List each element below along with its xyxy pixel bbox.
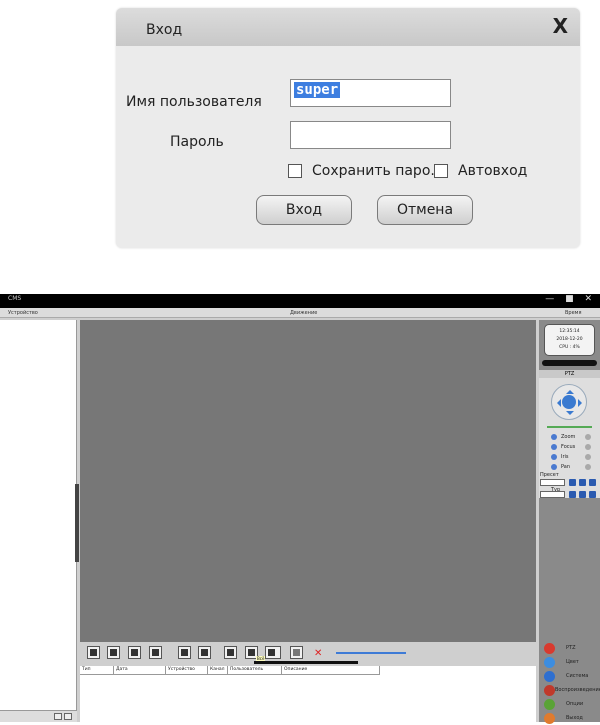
side-button-options[interactable]: Опции xyxy=(542,698,598,711)
iris-minus-button[interactable] xyxy=(551,454,557,460)
ptz-speed-slider[interactable] xyxy=(547,426,592,428)
col-description[interactable]: Описание xyxy=(282,666,380,674)
preset-label: Пресет xyxy=(540,472,559,478)
pan-minus-button[interactable] xyxy=(551,464,557,470)
playback-icon xyxy=(544,685,555,696)
layout-all-button[interactable] xyxy=(265,646,281,659)
tour-select[interactable] xyxy=(540,491,565,498)
mute-icon[interactable]: ✕ xyxy=(314,648,322,659)
iris-plus-button[interactable] xyxy=(585,454,591,460)
ptz-header[interactable]: PTZ xyxy=(539,370,600,378)
color-icon xyxy=(544,657,555,668)
tree-next-icon[interactable] xyxy=(64,713,72,720)
autologin-checkbox[interactable] xyxy=(434,164,448,178)
clock-date: 2018-12-20 xyxy=(556,337,583,342)
preset-remove-icon[interactable] xyxy=(589,479,596,486)
preset-add-icon[interactable] xyxy=(579,479,586,486)
username-value: super xyxy=(294,82,341,98)
pan-label: Pan xyxy=(561,464,571,470)
menu-device[interactable]: Устройство xyxy=(8,310,38,316)
side-button-system[interactable]: Система xyxy=(542,670,598,683)
event-log-table: Тип Дата Устройство Канал Пользователь О… xyxy=(80,666,536,722)
ptz-down-icon[interactable] xyxy=(566,411,574,419)
ptz-icon xyxy=(544,643,555,654)
zoom-minus-button[interactable] xyxy=(551,434,557,440)
clock-display: 12:35:14 2018-12-20 CPU : 4% xyxy=(544,324,595,356)
side-button-exit[interactable]: Выход xyxy=(542,712,598,725)
zoom-label: Zoom xyxy=(561,434,576,440)
username-label: Имя пользователя xyxy=(126,94,262,110)
password-field[interactable] xyxy=(290,121,451,149)
video-area[interactable] xyxy=(80,320,536,642)
side-button-ptz[interactable]: PTZ xyxy=(542,642,598,655)
app-title: CMS xyxy=(8,295,22,302)
col-user[interactable]: Пользователь xyxy=(228,666,282,674)
cpu-usage: CPU : 4% xyxy=(559,345,580,350)
window-controls[interactable]: — ■ ✕ xyxy=(545,294,596,304)
iris-label: Iris xyxy=(561,454,569,460)
layout-25-icon[interactable] xyxy=(224,646,237,659)
cms-window: CMS — ■ ✕ Устройство Движение Время 12:3… xyxy=(0,294,600,725)
login-dialog: Вход X Имя пользователя super Пароль Сох… xyxy=(116,8,580,248)
tree-status-bar xyxy=(0,710,77,722)
options-icon xyxy=(544,699,555,710)
close-icon[interactable]: X xyxy=(553,14,568,38)
pan-plus-button[interactable] xyxy=(585,464,591,470)
login-button[interactable]: Вход xyxy=(256,195,352,225)
layout-4-icon[interactable] xyxy=(107,646,120,659)
layout-toolbar: Всё ✕ xyxy=(80,642,536,664)
tour-grid-icon[interactable] xyxy=(589,491,596,498)
col-channel[interactable]: Канал xyxy=(208,666,228,674)
layout-16-icon[interactable] xyxy=(198,646,211,659)
tree-prev-icon[interactable] xyxy=(54,713,62,720)
app-title-bar: CMS — ■ ✕ xyxy=(0,294,600,308)
side-button-color[interactable]: Цвет xyxy=(542,656,598,669)
zoom-plus-button[interactable] xyxy=(585,434,591,440)
layout-1-icon[interactable] xyxy=(87,646,100,659)
panel-collapse-handle[interactable] xyxy=(75,484,79,562)
save-password-checkbox[interactable] xyxy=(288,164,302,178)
system-icon xyxy=(544,671,555,682)
clock-time: 12:35:14 xyxy=(559,329,580,334)
tour-play-icon[interactable] xyxy=(569,491,576,498)
focus-label: Focus xyxy=(561,444,576,450)
status-bar xyxy=(542,360,597,366)
menu-time[interactable]: Время xyxy=(565,310,581,316)
menu-motion[interactable]: Движение xyxy=(290,310,317,316)
side-button-playback[interactable]: Воспроизведение xyxy=(542,684,600,697)
autologin-label: Автовход xyxy=(458,163,528,179)
password-label: Пароль xyxy=(170,134,224,150)
dialog-title-bar: Вход X xyxy=(116,8,580,46)
fullscreen-icon[interactable] xyxy=(290,646,303,659)
ptz-up-icon[interactable] xyxy=(566,386,574,394)
username-field[interactable]: super xyxy=(290,79,451,107)
volume-slider[interactable] xyxy=(336,652,406,654)
app-menu-bar: Устройство Движение Время xyxy=(0,308,600,318)
dialog-title: Вход xyxy=(146,22,183,38)
col-date[interactable]: Дата xyxy=(114,666,166,674)
ptz-panel: Zoom Focus Iris Pan Пресет Тур xyxy=(539,378,600,498)
exit-icon xyxy=(544,713,555,724)
preset-go-icon[interactable] xyxy=(569,479,576,486)
layout-6-icon[interactable] xyxy=(128,646,141,659)
focus-minus-button[interactable] xyxy=(551,444,557,450)
device-tree-panel[interactable] xyxy=(0,320,77,710)
ptz-right-icon[interactable] xyxy=(578,399,586,407)
tour-stop-icon[interactable] xyxy=(579,491,586,498)
preset-select[interactable] xyxy=(540,479,565,486)
toolbar-separator xyxy=(254,661,358,664)
col-type[interactable]: Тип xyxy=(80,666,114,674)
ptz-left-icon[interactable] xyxy=(553,399,561,407)
right-control-panel: 12:35:14 2018-12-20 CPU : 4% PTZ Zoom Fo… xyxy=(539,320,600,725)
focus-plus-button[interactable] xyxy=(585,444,591,450)
cancel-button[interactable]: Отмена xyxy=(377,195,473,225)
ptz-direction-pad[interactable] xyxy=(551,384,587,420)
ptz-center-icon[interactable] xyxy=(562,395,576,409)
layout-9-icon[interactable] xyxy=(178,646,191,659)
layout-8-icon[interactable] xyxy=(149,646,162,659)
save-password-label: Сохранить паро. xyxy=(312,163,435,179)
col-device[interactable]: Устройство xyxy=(166,666,208,674)
